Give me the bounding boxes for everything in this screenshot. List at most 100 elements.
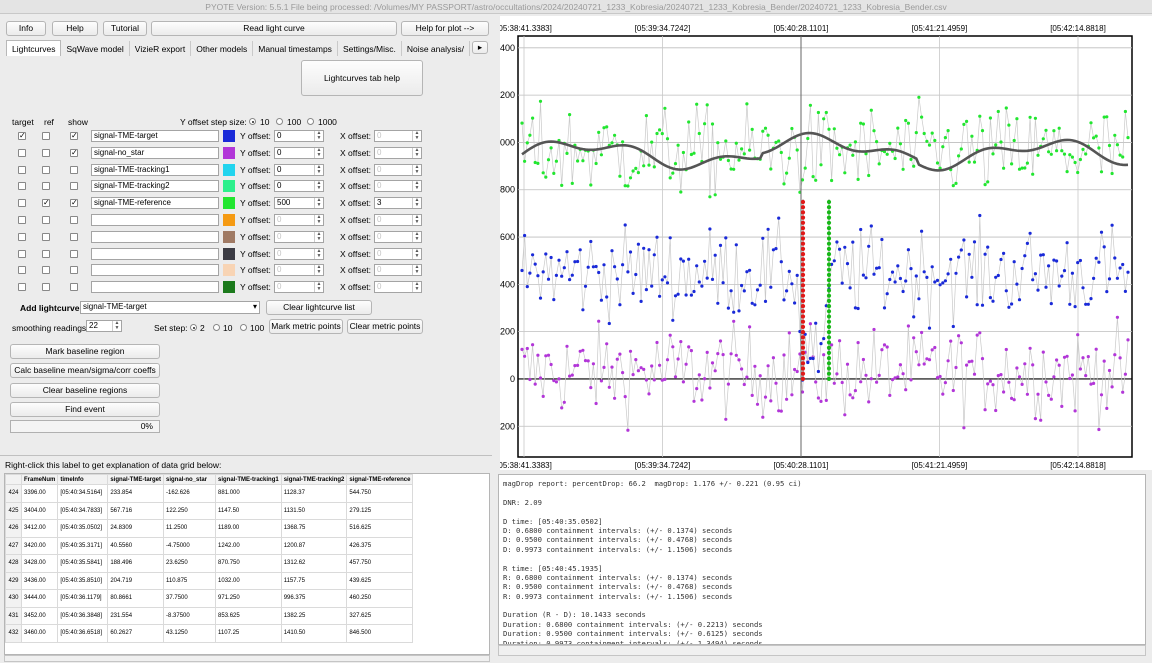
stepper-arrows-icon[interactable]: ▲ ▼	[314, 148, 323, 158]
y-offset-stepper[interactable]: 0 ▲ ▼	[274, 164, 324, 176]
ref-checkbox[interactable]	[42, 216, 50, 224]
table-row[interactable]: 424 3396.00 [05:40:34.5164] 233.854 -162.626…	[5, 484, 414, 503]
table-cell[interactable]: 204.719	[107, 571, 165, 590]
ref-checkbox[interactable]	[42, 149, 50, 157]
y-offset-stepper[interactable]: 0 ▲ ▼	[274, 147, 324, 159]
table-cell[interactable]: 1189.00	[215, 519, 282, 538]
table-cell[interactable]: 996.375	[280, 589, 348, 608]
mark-baseline-region-button[interactable]: Mark baseline region	[10, 344, 160, 359]
calc-baseline-button[interactable]: Calc baseline mean/sigma/corr coeffs	[10, 363, 160, 378]
table-cell[interactable]: 37.7500	[163, 589, 217, 608]
target-checkbox[interactable]: ✓	[18, 132, 26, 140]
table-cell[interactable]: [05:40:34.5164]	[57, 484, 109, 503]
x-offset-stepper[interactable]: 0 ▲ ▼	[374, 264, 422, 276]
table-cell[interactable]: 40.5560	[107, 536, 165, 555]
target-checkbox[interactable]	[18, 250, 26, 258]
show-checkbox[interactable]	[70, 266, 78, 274]
smoothing-stepper[interactable]: 22 ▲ ▼	[86, 320, 122, 332]
mark-metric-points-button[interactable]: Mark metric points	[269, 319, 343, 334]
table-cell[interactable]: 457.750	[346, 554, 414, 573]
color-swatch[interactable]	[223, 130, 235, 142]
table-row[interactable]: 427 3420.00 [05:40:35.3171] 40.5560 -4.75000…	[5, 536, 414, 555]
table-row[interactable]: 426 3412.00 [05:40:35.0502] 24.8309 11.2500 1…	[5, 519, 414, 538]
table-cell[interactable]: 3436.00	[20, 571, 59, 590]
grid-horizontal-scrollbar[interactable]	[4, 655, 490, 662]
table-cell[interactable]: 1200.87	[280, 536, 348, 555]
table-cell[interactable]: 3444.00	[20, 589, 59, 608]
target-checkbox[interactable]	[18, 266, 26, 274]
table-cell[interactable]: 3420.00	[20, 536, 59, 555]
column-header[interactable]: signal-TME-tracking2	[280, 474, 348, 485]
clear-lightcurve-list-button[interactable]: Clear lightcurve list	[266, 300, 372, 315]
table-cell[interactable]: 110.875	[163, 571, 217, 590]
stepper-arrows-icon[interactable]: ▲ ▼	[314, 282, 323, 292]
table-cell[interactable]: 3412.00	[20, 519, 59, 538]
table-cell[interactable]: 43.1250	[163, 624, 217, 643]
stepper-arrows-icon[interactable]: ▲ ▼	[112, 321, 121, 331]
stepper-arrows-icon[interactable]: ▲ ▼	[314, 215, 323, 225]
tab-scroll-right-button[interactable]: ▸	[472, 41, 488, 54]
target-checkbox[interactable]	[18, 216, 26, 224]
target-checkbox[interactable]	[18, 283, 26, 291]
clear-baseline-regions-button[interactable]: Clear baseline regions	[10, 383, 160, 398]
read-light-curve-button[interactable]: Read light curve	[151, 21, 397, 36]
find-event-button[interactable]: Find event	[10, 402, 160, 417]
tab-vizier-export[interactable]: VizieR export	[130, 41, 192, 56]
stepper-arrows-icon[interactable]: ▲ ▼	[412, 181, 421, 191]
color-swatch[interactable]	[223, 248, 235, 260]
lightcurve-name-field[interactable]	[91, 214, 219, 226]
table-cell[interactable]: 881.000	[215, 484, 282, 503]
table-cell[interactable]: 1157.75	[280, 571, 348, 590]
column-header[interactable]: signal-no_star	[163, 474, 217, 485]
ref-checkbox[interactable]	[42, 166, 50, 174]
tab-settings-misc[interactable]: Settings/Misc.	[338, 41, 402, 56]
report-panel[interactable]: magDrop report: percentDrop: 66.2 magDro…	[498, 474, 1146, 645]
table-cell[interactable]: 3452.00	[20, 606, 59, 625]
stepper-arrows-icon[interactable]: ▲ ▼	[412, 282, 421, 292]
stepper-arrows-icon[interactable]: ▲ ▼	[314, 265, 323, 275]
table-cell[interactable]: [05:40:35.8510]	[57, 571, 109, 590]
set-step-10-radio[interactable]	[213, 324, 220, 331]
stepper-arrows-icon[interactable]: ▲ ▼	[412, 232, 421, 242]
table-cell[interactable]: [05:40:35.0502]	[57, 519, 109, 538]
target-checkbox[interactable]	[18, 149, 26, 157]
table-cell[interactable]: 853.625	[215, 606, 282, 625]
y-offset-stepper[interactable]: 0 ▲ ▼	[274, 248, 324, 260]
stepper-arrows-icon[interactable]: ▲ ▼	[412, 249, 421, 259]
lightcurve-name-field[interactable]: signal-no_star	[91, 147, 219, 159]
lightcurve-name-field[interactable]: signal-TME-reference	[91, 197, 219, 209]
stepper-arrows-icon[interactable]: ▲ ▼	[314, 232, 323, 242]
tab-lightcurves[interactable]: Lightcurves	[6, 40, 62, 56]
table-cell[interactable]: -8.37500	[163, 606, 217, 625]
table-row[interactable]: 432 3460.00 [05:40:36.6518] 60.2627 43.1250 1…	[5, 624, 414, 643]
table-cell[interactable]: 870.750	[215, 554, 282, 573]
tab-noise-analysis[interactable]: Noise analysis/	[402, 41, 471, 56]
ref-checkbox[interactable]	[42, 182, 50, 190]
x-offset-stepper[interactable]: 0 ▲ ▼	[374, 164, 422, 176]
y-offset-stepper[interactable]: 500 ▲ ▼	[274, 197, 324, 209]
tab-sqwave-model[interactable]: SqWave model	[61, 41, 130, 56]
table-cell[interactable]: 233.854	[107, 484, 165, 503]
tab-manual-timestamps[interactable]: Manual timestamps	[253, 41, 338, 56]
table-cell[interactable]: 426.375	[346, 536, 414, 555]
table-cell[interactable]: 3460.00	[20, 624, 59, 643]
show-checkbox[interactable]: ✓	[70, 132, 78, 140]
table-cell[interactable]: 1147.50	[215, 501, 282, 520]
show-checkbox[interactable]	[70, 182, 78, 190]
tutorial-button[interactable]: Tutorial	[103, 21, 147, 36]
table-cell[interactable]: 3428.00	[20, 554, 59, 573]
ref-checkbox[interactable]	[42, 132, 50, 140]
plot-svg[interactable]: -200 0 200 400 600 800 1000 1200 1400 [05:38:41.3…	[495, 16, 1152, 470]
table-cell[interactable]: 1032.00	[215, 571, 282, 590]
table-cell[interactable]: [05:40:35.5841]	[57, 554, 109, 573]
table-cell[interactable]: [05:40:36.1179]	[57, 589, 109, 608]
table-cell[interactable]: 1128.37	[280, 484, 348, 503]
lightcurves-tab-help-button[interactable]: Lightcurves tab help	[301, 60, 423, 96]
column-header[interactable]: signal-TME-target	[107, 474, 165, 485]
table-row[interactable]: 429 3436.00 [05:40:35.8510] 204.719 110.875 1…	[5, 571, 414, 590]
color-swatch[interactable]	[223, 197, 235, 209]
color-swatch[interactable]	[223, 264, 235, 276]
table-cell[interactable]: 1382.25	[280, 606, 348, 625]
show-checkbox[interactable]: ✓	[70, 149, 78, 157]
target-checkbox[interactable]	[18, 199, 26, 207]
